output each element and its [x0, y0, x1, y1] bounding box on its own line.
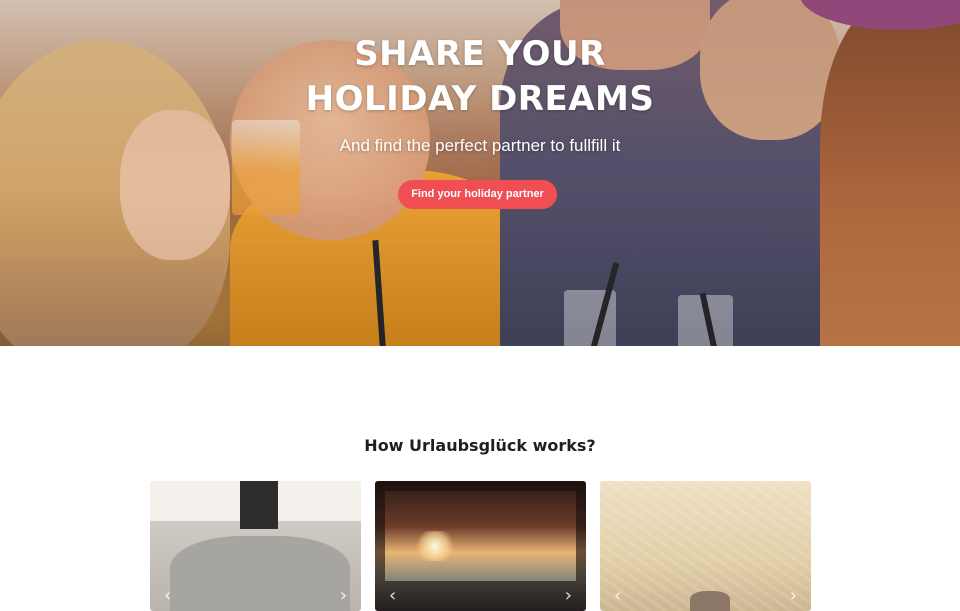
chevron-right-icon: › [564, 585, 572, 606]
how-it-works-card-2[interactable]: ‹ › [375, 481, 586, 611]
chevron-right-icon: › [789, 585, 797, 606]
chevron-left-icon: ‹ [389, 585, 397, 606]
hero-subtitle: And find the perfect partner to fullfill… [339, 136, 621, 155]
how-it-works-title: How Urlaubsglück works? [364, 436, 596, 455]
hero-title-line-1: SHARE YOUR [354, 34, 606, 74]
find-holiday-partner-button[interactable]: Find your holiday partner [398, 180, 557, 209]
how-it-works-card-1[interactable]: ‹ › [150, 481, 361, 611]
hero-title: SHARE YOUR HOLIDAY DREAMS [0, 32, 960, 122]
hero-title-line-2: HOLIDAY DREAMS [305, 79, 655, 119]
hero-banner: SHARE YOUR HOLIDAY DREAMS And find the p… [0, 0, 960, 346]
card-photo-detail [240, 481, 278, 529]
chevron-right-icon: › [339, 585, 347, 606]
chevron-left-icon: ‹ [164, 585, 172, 606]
how-it-works-card-3[interactable]: ‹ › [600, 481, 811, 611]
chevron-left-icon: ‹ [614, 585, 622, 606]
card-photo-silhouette [690, 591, 730, 611]
card-photo-window-frame [375, 481, 586, 611]
